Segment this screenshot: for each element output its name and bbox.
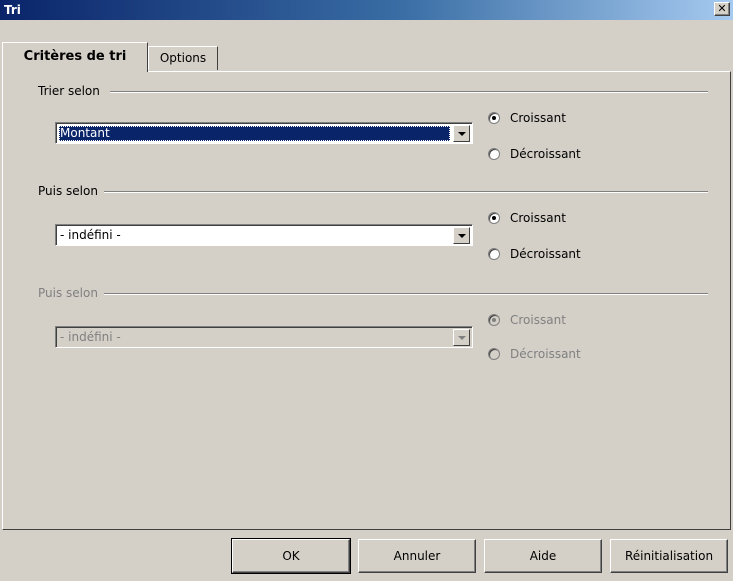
- radio-button: [488, 314, 500, 326]
- chevron-down-icon: [453, 329, 470, 346]
- sort-key-3-dropdown: - indéfini -: [55, 326, 473, 348]
- radio-ascending-3: Croissant: [488, 312, 566, 328]
- chevron-down-icon[interactable]: [453, 227, 470, 244]
- radio-label: Décroissant: [510, 347, 581, 361]
- radio-label: Croissant: [510, 111, 566, 125]
- radio-label: Croissant: [510, 211, 566, 225]
- group-separator: [100, 191, 708, 193]
- ok-button[interactable]: OK: [231, 538, 351, 574]
- group-label-sort-by: Trier selon: [38, 84, 106, 98]
- group-separator: [110, 91, 708, 93]
- combo-value: Montant: [59, 126, 450, 141]
- radio-descending-3: Décroissant: [488, 346, 581, 362]
- radio-label: Croissant: [510, 313, 566, 327]
- sort-key-2-dropdown[interactable]: - indéfini -: [55, 224, 473, 246]
- title-bar: Tri ✕: [0, 0, 733, 20]
- radio-button: [488, 348, 500, 360]
- sort-key-1-dropdown[interactable]: Montant: [55, 122, 473, 144]
- tab-label: Options: [159, 51, 207, 65]
- radio-ascending-2[interactable]: Croissant: [488, 210, 566, 226]
- group-label-then-by: Puis selon: [38, 184, 104, 198]
- reset-button[interactable]: Réinitialisation: [610, 539, 728, 573]
- radio-button[interactable]: [488, 212, 500, 224]
- radio-descending-2[interactable]: Décroissant: [488, 246, 581, 262]
- cancel-button[interactable]: Annuler: [358, 539, 476, 573]
- radio-label: Décroissant: [510, 147, 581, 161]
- close-icon: ✕: [717, 2, 727, 15]
- radio-button[interactable]: [488, 112, 500, 124]
- radio-label: Décroissant: [510, 247, 581, 261]
- close-button[interactable]: ✕: [714, 2, 730, 16]
- combo-value: - indéfini -: [60, 228, 121, 242]
- tab-label: Critères de tri: [23, 49, 127, 64]
- chevron-down-icon[interactable]: [453, 125, 470, 142]
- window-title: Tri: [4, 3, 21, 17]
- group-separator: [100, 293, 708, 295]
- radio-button[interactable]: [488, 148, 500, 160]
- combo-value: - indéfini -: [60, 330, 121, 344]
- tab-sort-criteria[interactable]: Critères de tri: [2, 42, 148, 72]
- radio-button[interactable]: [488, 248, 500, 260]
- tab-options[interactable]: Options: [148, 46, 218, 70]
- help-button[interactable]: Aide: [484, 539, 602, 573]
- radio-ascending-1[interactable]: Croissant: [488, 110, 566, 126]
- radio-descending-1[interactable]: Décroissant: [488, 146, 581, 162]
- group-label-then-by-disabled: Puis selon: [38, 286, 104, 300]
